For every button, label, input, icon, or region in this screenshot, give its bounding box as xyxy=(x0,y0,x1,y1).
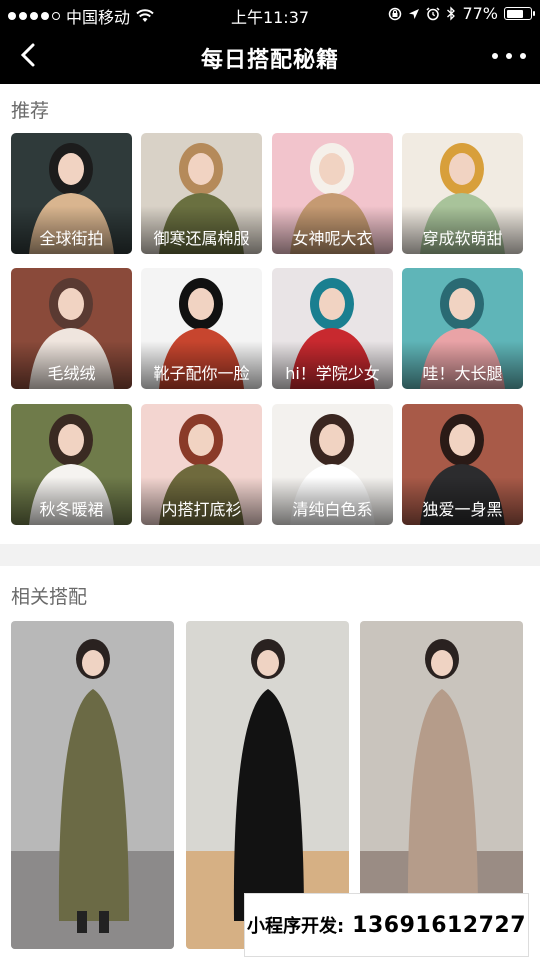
style-tile[interactable]: 独爱一身黑 xyxy=(402,404,523,525)
style-tile[interactable]: 女神呢大衣 xyxy=(272,133,393,254)
style-tile-label: 毛绒绒 xyxy=(47,364,96,383)
style-tile[interactable]: 内搭打底衫 xyxy=(141,404,262,525)
recommend-section: 推荐 全球街拍 御寒还属棉服 女神呢大衣 穿成软萌甜毛绒绒 靴子配你一脸 hi！学院少女 哇… xyxy=(0,84,540,544)
style-tile-label: 女神呢大衣 xyxy=(292,229,373,248)
outfit-photo-image xyxy=(11,621,174,949)
section-title-recommend: 推荐 xyxy=(11,100,50,122)
location-icon xyxy=(409,8,420,19)
style-tile-label: 独爱一身黑 xyxy=(422,500,503,519)
style-tile[interactable]: 毛绒绒 xyxy=(11,268,132,389)
bluetooth-icon xyxy=(447,6,456,21)
battery-icon xyxy=(504,7,535,20)
watermark-phone: 13691612727 xyxy=(352,912,527,938)
style-tile-label: 穿成软萌甜 xyxy=(422,229,503,248)
orientation-lock-icon xyxy=(389,7,402,20)
status-bar: 中国移动 上午11:37 77% xyxy=(0,0,540,28)
contact-watermark: 小程序开发: 13691612727 xyxy=(244,893,529,957)
page-title: 每日搭配秘籍 xyxy=(200,48,339,73)
battery-percent: 77% xyxy=(462,4,498,23)
style-tile-label: 内搭打底衫 xyxy=(161,500,242,519)
style-tile-label: 清纯白色系 xyxy=(292,500,373,519)
style-tile[interactable]: 秋冬暖裙 xyxy=(11,404,132,525)
watermark-label: 小程序开发: xyxy=(246,916,345,937)
style-tile[interactable]: 御寒还属棉服 xyxy=(141,133,262,254)
section-title-related: 相关搭配 xyxy=(11,586,88,608)
style-tile[interactable]: 哇！大长腿 xyxy=(402,268,523,389)
nav-bar: 每日搭配秘籍 xyxy=(0,28,540,84)
style-tile-label: 秋冬暖裙 xyxy=(39,500,104,519)
style-tile[interactable]: 穿成软萌甜 xyxy=(402,133,523,254)
style-tile[interactable]: 清纯白色系 xyxy=(272,404,393,525)
style-tile-label: hi！学院少女 xyxy=(285,364,380,383)
style-tile-label: 全球街拍 xyxy=(39,229,104,248)
style-tile[interactable]: 全球街拍 xyxy=(11,133,132,254)
style-tile-label: 哇！大长腿 xyxy=(422,364,503,383)
style-tile-label: 靴子配你一脸 xyxy=(153,364,250,383)
style-tile-label: 御寒还属棉服 xyxy=(153,229,250,248)
outfit-photo[interactable] xyxy=(11,621,174,949)
status-right: 77% xyxy=(388,4,535,23)
alarm-icon xyxy=(426,6,440,20)
style-tile[interactable]: 靴子配你一脸 xyxy=(141,268,262,389)
more-dots-icon[interactable] xyxy=(492,42,526,70)
style-tile[interactable]: hi！学院少女 xyxy=(272,268,393,389)
